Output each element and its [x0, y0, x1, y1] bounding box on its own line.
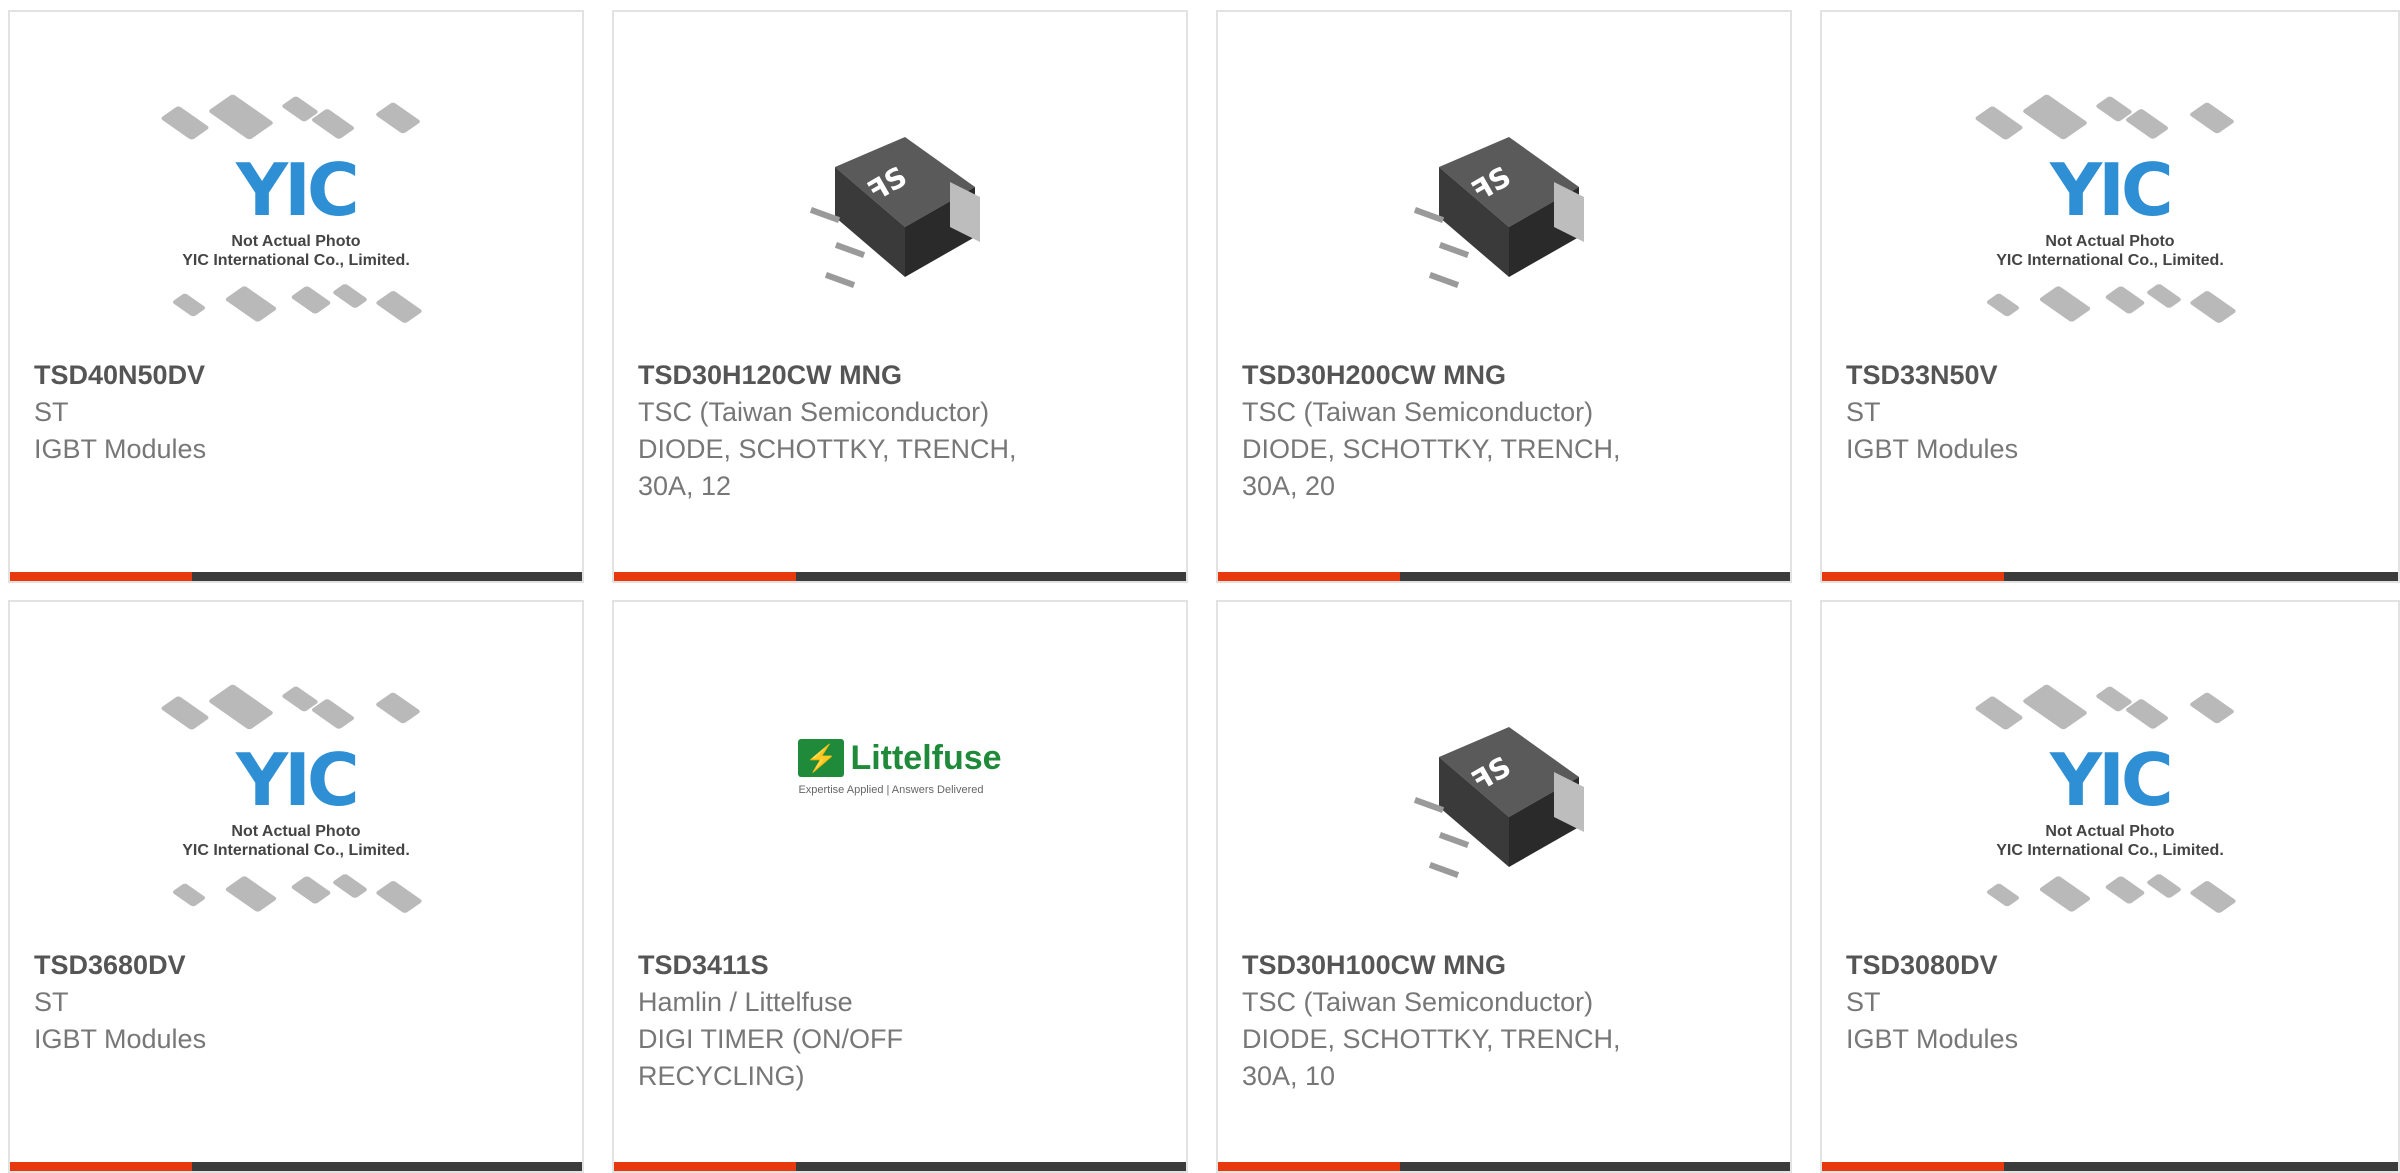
placeholder-image: YIC Not Actual Photo YIC International C… [156, 682, 436, 932]
description-line: DIODE, SCHOTTKY, TRENCH, [1242, 1024, 1621, 1054]
package-icon: ꟻS [809, 137, 980, 288]
yic-logo: YIC [236, 148, 360, 232]
placeholder-note: Not Actual Photo [231, 233, 361, 250]
manufacturer: TSC (Taiwan Semiconductor) [1242, 987, 1594, 1017]
description-line: 30A, 20 [1242, 471, 1336, 501]
yic-logo: YIC [236, 738, 360, 822]
manufacturer: ST [1846, 987, 1881, 1017]
part-number[interactable]: TSD30H120CW MNG [638, 357, 1058, 394]
product-card[interactable]: YIC Not Actual Photo YIC International C… [8, 600, 584, 1173]
product-card[interactable]: ꟻS TSD30H100CW MNG TSC (Taiwan Semicondu… [1216, 600, 1792, 1173]
description-line: DIODE, SCHOTTKY, TRENCH, [1242, 434, 1621, 464]
card-footer-bar [1822, 572, 2398, 581]
manufacturer: TSC (Taiwan Semiconductor) [638, 397, 990, 427]
manufacturer: ST [34, 987, 69, 1017]
littelfuse-logo: ⚡ Littelfuse Expertise Applied | Answers… [798, 738, 1002, 796]
product-image: ⚡ Littelfuse Expertise Applied | Answers… [614, 672, 1186, 942]
description-line: 30A, 10 [1242, 1061, 1336, 1091]
manufacturer: ST [1846, 397, 1881, 427]
description-line: IGBT Modules [34, 1024, 207, 1054]
product-card[interactable]: YIC Not Actual Photo YIC International C… [1820, 600, 2400, 1173]
placeholder-company: YIC International Co., Limited. [182, 252, 410, 269]
product-image: ꟻS [1218, 82, 1790, 352]
placeholder-note: Not Actual Photo [2045, 233, 2175, 250]
placeholder-company: YIC International Co., Limited. [1996, 252, 2224, 269]
product-image: YIC Not Actual Photo YIC International C… [10, 82, 582, 352]
card-footer-bar [614, 572, 1186, 581]
placeholder-note: Not Actual Photo [231, 823, 361, 840]
littelfuse-mark-icon: ⚡ [798, 739, 845, 777]
part-number[interactable]: TSD3680DV [34, 947, 454, 984]
product-image: ꟻS [1218, 672, 1790, 942]
placeholder-image: YIC Not Actual Photo YIC International C… [1970, 682, 2250, 932]
product-image: YIC Not Actual Photo YIC International C… [10, 672, 582, 942]
part-number[interactable]: TSD30H100CW MNG [1242, 947, 1662, 984]
part-number[interactable]: TSD30H200CW MNG [1242, 357, 1662, 394]
description-line: IGBT Modules [1846, 434, 2019, 464]
placeholder-image: YIC Not Actual Photo YIC International C… [1970, 92, 2250, 342]
part-number[interactable]: TSD3080DV [1846, 947, 2266, 984]
placeholder-company: YIC International Co., Limited. [182, 842, 410, 859]
card-footer-bar [1218, 572, 1790, 581]
description-line: DIGI TIMER (ON/OFF [638, 1024, 903, 1054]
yic-logo: YIC [2050, 738, 2174, 822]
product-image: YIC Not Actual Photo YIC International C… [1822, 672, 2398, 942]
description-line: IGBT Modules [1846, 1024, 2019, 1054]
part-number[interactable]: TSD3411S [638, 947, 1058, 984]
placeholder-note: Not Actual Photo [2045, 823, 2175, 840]
manufacturer: ST [34, 397, 69, 427]
product-card[interactable]: YIC Not Actual Photo YIC International C… [1820, 10, 2400, 583]
part-number[interactable]: TSD33N50V [1846, 357, 2266, 394]
product-image: ꟻS [614, 82, 1186, 352]
product-card[interactable]: ⚡ Littelfuse Expertise Applied | Answers… [612, 600, 1188, 1173]
package-icon: ꟻS [1413, 137, 1584, 288]
placeholder-image: YIC Not Actual Photo YIC International C… [156, 92, 436, 342]
description-line: RECYCLING) [638, 1061, 805, 1091]
yic-logo: YIC [2050, 148, 2174, 232]
product-card[interactable]: ꟻS TSD30H120CW MNG TSC (Taiwan Semicondu… [612, 10, 1188, 583]
manufacturer: Hamlin / Littelfuse [638, 987, 853, 1017]
description-line: DIODE, SCHOTTKY, TRENCH, [638, 434, 1017, 464]
description-line: IGBT Modules [34, 434, 207, 464]
product-card[interactable]: YIC Not Actual Photo YIC International C… [8, 10, 584, 583]
manufacturer: TSC (Taiwan Semiconductor) [1242, 397, 1594, 427]
product-image: YIC Not Actual Photo YIC International C… [1822, 82, 2398, 352]
card-footer-bar [10, 572, 582, 581]
product-card[interactable]: ꟻS TSD30H200CW MNG TSC (Taiwan Semicondu… [1216, 10, 1792, 583]
placeholder-company: YIC International Co., Limited. [1996, 842, 2224, 859]
package-icon: ꟻS [1413, 727, 1584, 878]
part-number[interactable]: TSD40N50DV [34, 357, 454, 394]
description-line: 30A, 12 [638, 471, 732, 501]
